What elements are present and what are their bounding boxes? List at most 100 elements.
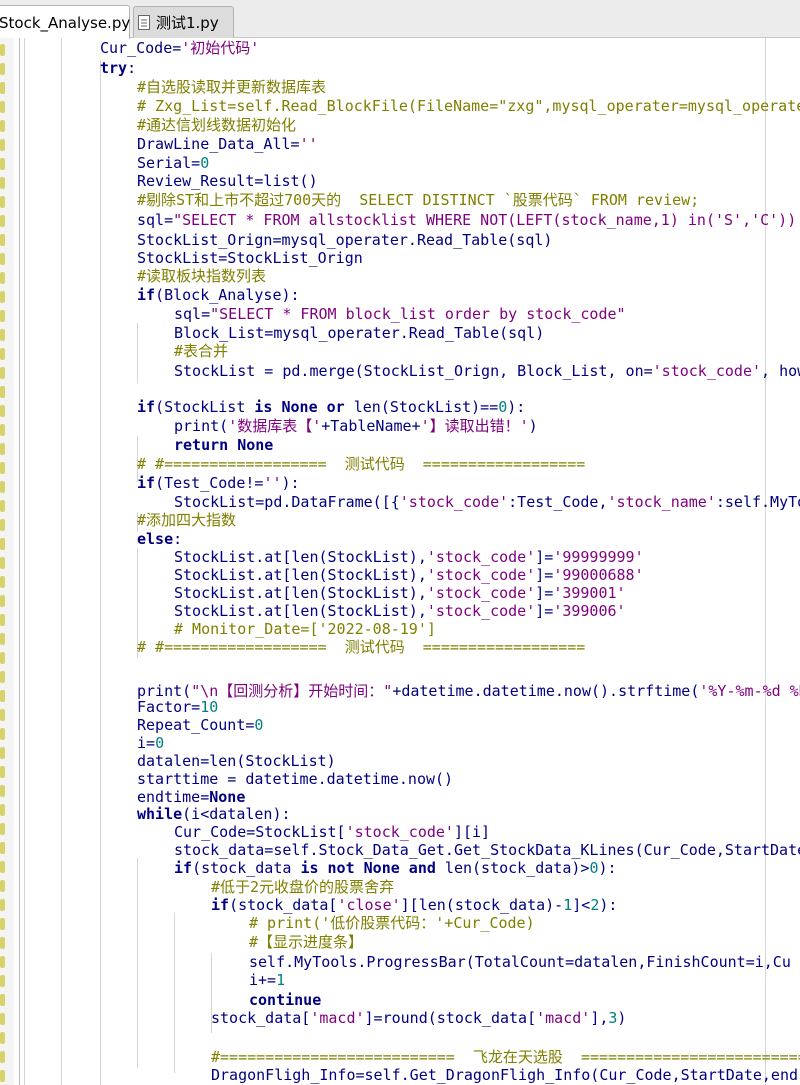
change-marker bbox=[0, 785, 5, 797]
code-line[interactable]: print("\n【回测分析】开始时间："+datetime.datetime.… bbox=[137, 682, 800, 700]
code-line[interactable]: #读取板块指数列表 bbox=[137, 267, 266, 285]
code-line[interactable]: StockList.at[len(StockList),'stock_code'… bbox=[174, 602, 626, 620]
code-token: 0 bbox=[498, 398, 508, 416]
code-line[interactable]: StockList.at[len(StockList),'stock_code'… bbox=[174, 548, 644, 566]
code-token: return None bbox=[174, 436, 274, 454]
indent-guide bbox=[137, 323, 138, 383]
code-line[interactable]: endtime=None bbox=[137, 788, 245, 806]
code-token: #自选股读取并更新数据库表 bbox=[137, 78, 327, 96]
code-token: 'stock_code' bbox=[652, 362, 762, 380]
code-line[interactable]: #【显示进度条】 bbox=[249, 933, 363, 951]
code-token: if bbox=[174, 859, 193, 877]
code-token: stock_data[ bbox=[211, 1009, 311, 1027]
code-token: 'stock_code' bbox=[426, 602, 536, 620]
code-line[interactable]: else: bbox=[137, 530, 182, 548]
code-line[interactable]: # Monitor_Date=['2022-08-19'] bbox=[174, 620, 436, 638]
code-token: '399001' bbox=[553, 584, 626, 602]
code-token: # #================== 测试代码 =============… bbox=[137, 638, 586, 656]
change-marker bbox=[0, 804, 5, 816]
tab-test1[interactable]: 测试1.py bbox=[133, 6, 234, 38]
code-token: Review_Result=list() bbox=[137, 172, 318, 190]
change-marker bbox=[0, 291, 5, 303]
code-token: #读取板块指数列表 bbox=[137, 267, 267, 285]
code-line[interactable]: if(StockList is None or len(StockList)==… bbox=[137, 398, 525, 416]
code-line[interactable]: stock_data=self.Stock_Data_Get.Get_Stock… bbox=[174, 841, 800, 859]
code-line[interactable]: StockList.at[len(StockList),'stock_code'… bbox=[174, 566, 644, 584]
code-token: ], bbox=[590, 1009, 609, 1027]
code-token: i= bbox=[137, 734, 156, 752]
code-token: # print('低价股票代码：'+Cur_Code) bbox=[249, 914, 535, 932]
editor-tab-bar: Stock_Analyse.py 测试1.py bbox=[0, 0, 800, 39]
code-line[interactable]: print('数据库表【'+TableName+'】读取出错！') bbox=[174, 417, 538, 435]
tab-stock-analyse[interactable]: Stock_Analyse.py bbox=[0, 5, 130, 39]
code-line[interactable]: # print('低价股票代码：'+Cur_Code) bbox=[249, 914, 535, 932]
code-line[interactable]: # #================== 测试代码 =============… bbox=[137, 455, 585, 473]
code-line[interactable]: while(i<datalen): bbox=[137, 805, 291, 823]
code-line[interactable]: self.MyTools.ProgressBar(TotalCount=data… bbox=[249, 953, 791, 971]
code-line[interactable]: StockList = pd.merge(StockList_Orign, Bl… bbox=[174, 362, 800, 380]
code-token: datalen=len(StockList) bbox=[137, 752, 336, 770]
change-marker bbox=[0, 272, 5, 284]
code-line[interactable]: StockList_Orign=mysql_operater.Read_Tabl… bbox=[137, 231, 552, 249]
code-token: # Zxg_List=self.Read_BlockFile(FileName=… bbox=[137, 97, 800, 115]
code-line[interactable]: i=0 bbox=[137, 734, 164, 752]
change-marker bbox=[0, 63, 5, 75]
code-token: print( bbox=[174, 417, 229, 435]
code-line[interactable]: StockList=StockList_Orign bbox=[137, 249, 363, 267]
code-line[interactable]: try: bbox=[100, 59, 136, 77]
code-line[interactable]: DrawLine_Data_All='' bbox=[137, 135, 318, 153]
code-token: # Monitor_Date=['2022-08-19'] bbox=[174, 620, 436, 638]
code-line[interactable]: Factor=10 bbox=[137, 698, 218, 716]
code-line[interactable]: #通达信划线数据初始化 bbox=[137, 116, 296, 134]
code-line[interactable]: if(stock_data is not None and len(stock_… bbox=[174, 859, 617, 877]
code-line[interactable]: Repeat_Count=0 bbox=[137, 716, 263, 734]
change-marker bbox=[0, 44, 5, 56]
code-line[interactable]: stock_data['macd']=round(stock_data['mac… bbox=[211, 1009, 626, 1027]
code-line[interactable]: #添加四大指数 bbox=[137, 511, 236, 529]
code-token: ): bbox=[598, 859, 617, 877]
code-line[interactable]: #低于2元收盘价的股票舍弃 bbox=[211, 878, 394, 896]
code-line[interactable]: Block_List=mysql_operater.Read_Table(sql… bbox=[174, 324, 544, 342]
tab-label: 测试1.py bbox=[156, 14, 219, 32]
code-line[interactable]: if(Block_Analyse): bbox=[137, 286, 300, 304]
indent-guide bbox=[24, 38, 25, 1085]
change-marker bbox=[0, 367, 5, 379]
code-line[interactable]: DragonFligh_Info=self.Get_DragonFligh_In… bbox=[211, 1066, 798, 1084]
code-token: ]=round(stock_data[ bbox=[364, 1009, 537, 1027]
code-line[interactable]: StockList=pd.DataFrame([{'stock_code':Te… bbox=[174, 493, 800, 511]
code-line[interactable]: #自选股读取并更新数据库表 bbox=[137, 78, 326, 96]
code-editor[interactable]: Cur_Code='初始代码' try: #自选股读取并更新数据库表 # Zxg_Li… bbox=[0, 38, 800, 1085]
code-line[interactable]: Cur_Code=StockList['stock_code'][i] bbox=[174, 823, 490, 841]
code-line[interactable]: # #================== 测试代码 =============… bbox=[137, 638, 585, 656]
code-line[interactable]: return None bbox=[174, 436, 273, 454]
code-line[interactable]: sql="SELECT * FROM block_list order by s… bbox=[174, 305, 626, 323]
tab-label: Stock_Analyse.py bbox=[0, 13, 131, 32]
code-token: ) bbox=[528, 417, 538, 435]
code-line[interactable]: # Zxg_List=self.Read_BlockFile(FileName=… bbox=[137, 97, 800, 115]
code-line[interactable]: #========================== 飞龙在天选股 =====… bbox=[211, 1048, 800, 1066]
code-token: #通达信划线数据初始化 bbox=[137, 116, 297, 134]
code-token: : bbox=[127, 59, 137, 77]
code-line[interactable]: starttime = datetime.datetime.now() bbox=[137, 770, 453, 788]
code-line[interactable]: StockList.at[len(StockList),'stock_code'… bbox=[174, 584, 626, 602]
code-line[interactable]: Cur_Code='初始代码' bbox=[100, 39, 259, 57]
code-token: 0 bbox=[200, 154, 210, 172]
code-token: ]= bbox=[535, 602, 554, 620]
change-marker bbox=[0, 766, 5, 778]
code-line[interactable]: Review_Result=list() bbox=[137, 172, 318, 190]
code-line[interactable]: #表合并 bbox=[174, 342, 228, 360]
code-line[interactable]: if(stock_data['close'][len(stock_data)-1… bbox=[211, 896, 617, 914]
change-marker bbox=[0, 823, 5, 835]
code-token: '99000688' bbox=[553, 566, 644, 584]
code-line[interactable]: datalen=len(StockList) bbox=[137, 752, 336, 770]
code-line[interactable]: if(Test_Code!=''): bbox=[137, 474, 300, 492]
change-marker bbox=[0, 120, 5, 132]
code-line[interactable]: Serial=0 bbox=[137, 154, 209, 172]
code-token: StockList_Orign=mysql_operater.Read_Tabl… bbox=[137, 231, 553, 249]
code-line[interactable]: i+=1 bbox=[249, 971, 285, 989]
code-line[interactable]: sql="SELECT * FROM allstocklist WHERE NO… bbox=[137, 211, 796, 229]
code-line[interactable]: #剔除ST和上市不超过700天的 SELECT DISTINCT `股票代码` … bbox=[137, 191, 699, 209]
change-marker bbox=[0, 1051, 5, 1063]
code-token: "SELECT * FROM allstocklist WHERE NOT(LE… bbox=[173, 211, 797, 229]
code-line[interactable]: continue bbox=[249, 991, 321, 1009]
